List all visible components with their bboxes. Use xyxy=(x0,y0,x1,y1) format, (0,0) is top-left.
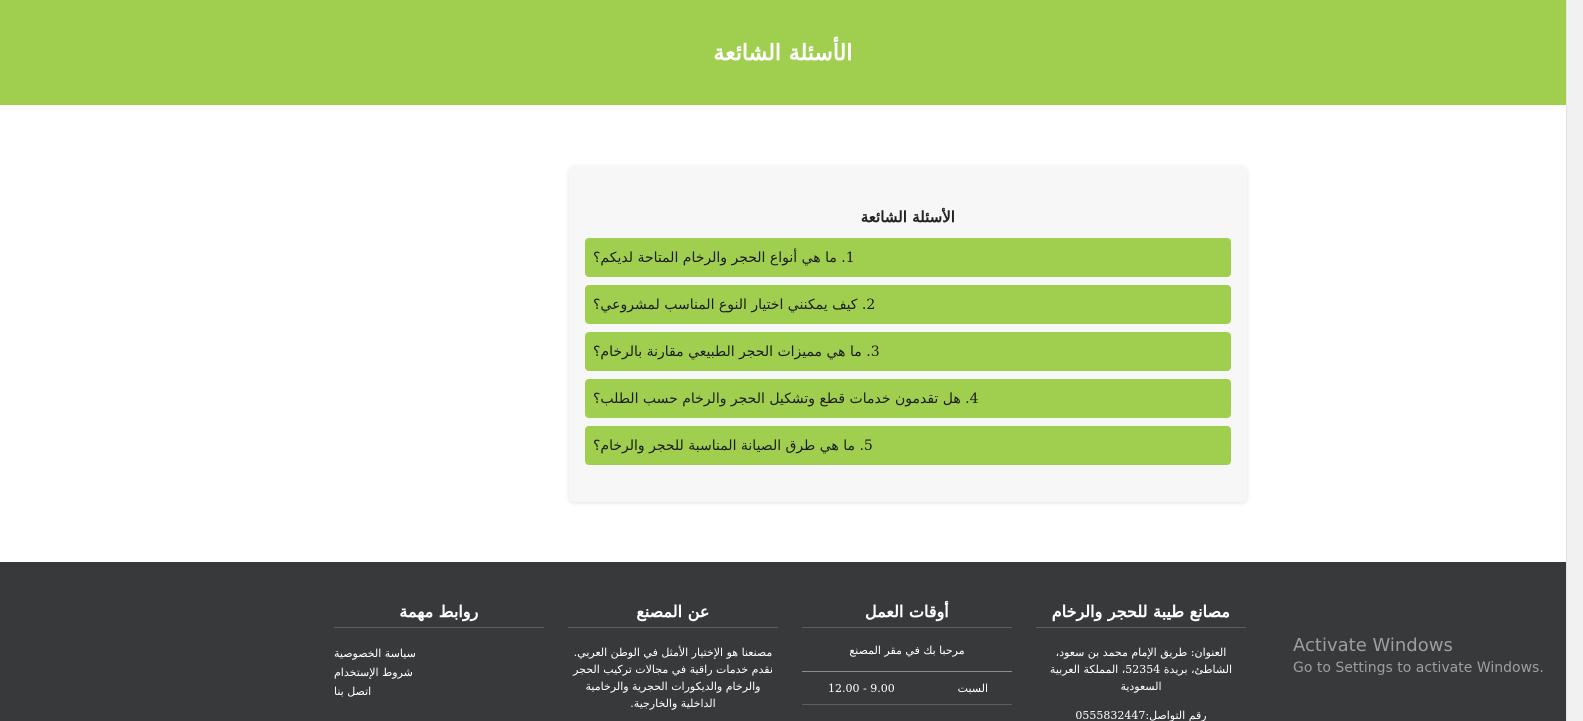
hours-day: السبت xyxy=(957,682,988,695)
faq-item-4[interactable]: 4. هل تقدمون خدمات قطع وتشكيل الحجر والر… xyxy=(585,379,1231,418)
hours-time: 12.00 - 9.00 xyxy=(828,682,895,695)
activate-windows-watermark: Activate Windows Go to Settings to activ… xyxy=(1293,634,1544,678)
faq-item-3[interactable]: 3. ما هي مميزات الحجر الطبيعي مقارنة بال… xyxy=(585,332,1231,371)
hours-title: أوقات العمل xyxy=(802,602,1012,628)
faq-question: 5. ما هي طرق الصيانة المناسبة للحجر والر… xyxy=(593,437,873,454)
about-title: عن المصنع xyxy=(568,602,778,628)
faq-item-1[interactable]: 1. ما هي أنواع الحجر والرخام المتاحة لدي… xyxy=(585,238,1231,277)
link-contact[interactable]: اتصل بنا xyxy=(334,682,544,701)
link-label[interactable]: سياسة الخصوصية xyxy=(334,647,416,660)
footer-hours-column: أوقات العمل مرحبا بك في مقر المصنع 12.00… xyxy=(802,602,1012,705)
footer-about-column: عن المصنع مصنعنا هو الإختيار الأمثل في ا… xyxy=(568,602,778,712)
faq-title: الأسئلة الشائعة xyxy=(860,208,956,226)
faq-question: 2. كيف يمكنني اختيار النوع المناسب لمشرو… xyxy=(593,296,876,313)
page-header: الأسئلة الشائعة xyxy=(0,0,1566,105)
about-text: مصنعنا هو الإختيار الأمثل في الوطن العرب… xyxy=(573,646,773,710)
faq-question: 3. ما هي مميزات الحجر الطبيعي مقارنة بال… xyxy=(593,343,880,360)
watermark-subtitle: Go to Settings to activate Windows. xyxy=(1293,660,1544,676)
link-terms[interactable]: شروط الإستخدام xyxy=(334,663,544,682)
page-title: الأسئلة الشائعة xyxy=(713,39,853,66)
links-title: روابط مهمة xyxy=(334,602,544,628)
link-label[interactable]: شروط الإستخدام xyxy=(334,666,413,679)
hours-row: 12.00 - 9.00 السبت xyxy=(802,672,1012,695)
faq-question: 1. ما هي أنواع الحجر والرخام المتاحة لدي… xyxy=(593,249,855,266)
faq-card: الأسئلة الشائعة 1. ما هي أنواع الحجر وال… xyxy=(569,166,1247,502)
watermark-title: Activate Windows xyxy=(1293,635,1453,656)
page-scrollbar[interactable] xyxy=(1566,0,1583,721)
company-address: العنوان: طريق الإمام محمد بن سعود، الشاط… xyxy=(1049,646,1233,693)
link-privacy[interactable]: سياسة الخصوصية xyxy=(334,644,544,663)
faq-item-2[interactable]: 2. كيف يمكنني اختيار النوع المناسب لمشرو… xyxy=(585,285,1231,324)
faq-item-5[interactable]: 5. ما هي طرق الصيانة المناسبة للحجر والر… xyxy=(585,426,1231,465)
company-name: مصانع طيبة للحجر والرخام xyxy=(1036,602,1246,628)
hours-divider xyxy=(802,704,1012,705)
hours-welcome: مرحبا بك في مقر المصنع xyxy=(802,644,1012,672)
faq-question: 4. هل تقدمون خدمات قطع وتشكيل الحجر والر… xyxy=(593,390,979,407)
company-phone: رقم التواصل:0555832447 xyxy=(1075,709,1207,721)
link-label[interactable]: اتصل بنا xyxy=(334,685,371,698)
links-list: سياسة الخصوصية شروط الإستخدام اتصل بنا xyxy=(334,644,544,701)
footer-links-column: روابط مهمة سياسة الخصوصية شروط الإستخدام… xyxy=(334,602,544,701)
footer-company-column: مصانع طيبة للحجر والرخام العنوان: طريق ا… xyxy=(1036,602,1246,721)
